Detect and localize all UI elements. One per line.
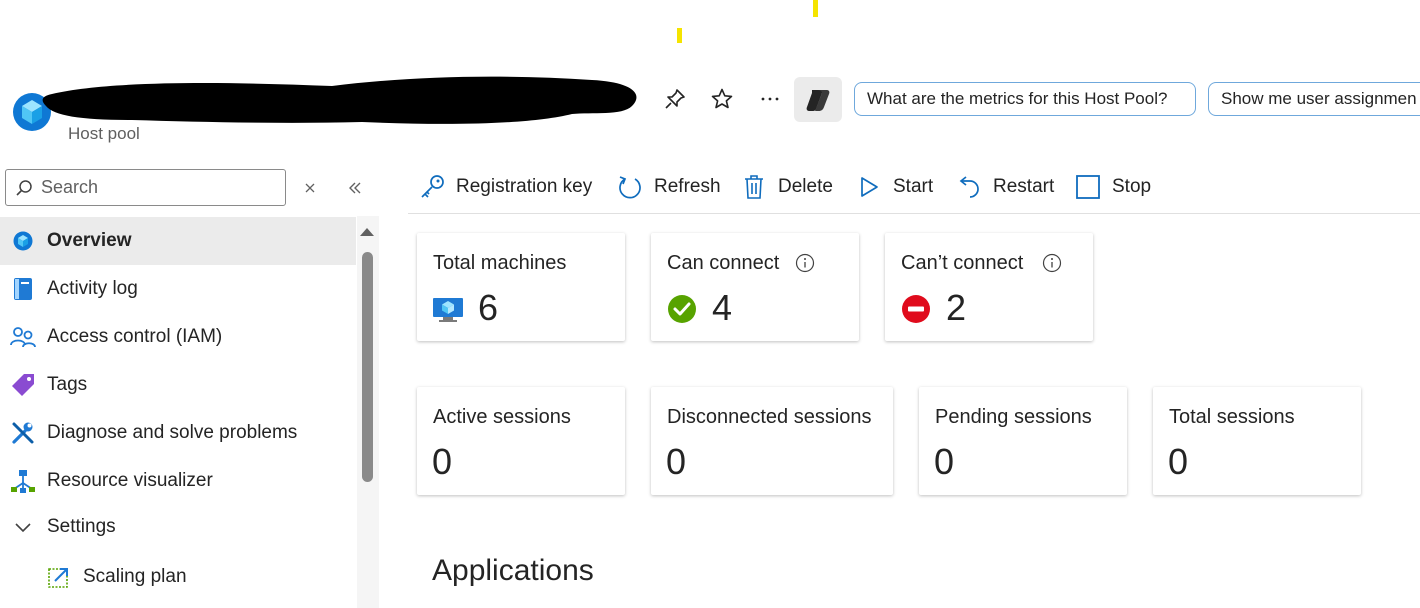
sidebar-item-resource-visualizer[interactable]: Resource visualizer <box>0 457 356 505</box>
card-title: Pending sessions <box>935 406 1092 428</box>
virtual-machine-icon <box>433 298 463 322</box>
pin-icon <box>665 89 685 109</box>
delete-label: Delete <box>778 176 833 197</box>
scroll-up-arrow-icon[interactable] <box>359 226 375 238</box>
annotation-mark <box>677 28 682 43</box>
key-icon <box>418 173 446 201</box>
copilot-icon <box>806 89 830 111</box>
applications-heading: Applications <box>432 554 594 587</box>
sidebar-item-label: Resource visualizer <box>47 470 213 491</box>
double-chevron-left-icon <box>349 182 361 194</box>
star-icon <box>711 88 733 109</box>
sidebar-item-diagnose[interactable]: Diagnose and solve problems <box>0 409 356 457</box>
info-icon[interactable] <box>795 253 815 273</box>
card-title: Can connect <box>667 252 780 274</box>
restart-button[interactable]: Restart <box>955 170 1054 204</box>
prompt-suggestion-button[interactable]: Show me user assignmen <box>1208 82 1420 116</box>
card-title: Total machines <box>433 252 567 274</box>
restart-label: Restart <box>993 176 1055 197</box>
delete-button[interactable]: Delete <box>740 170 833 204</box>
card-title: Disconnected sessions <box>667 406 872 428</box>
start-button[interactable]: Start <box>855 170 933 204</box>
play-icon <box>855 173 883 201</box>
overview-icon <box>10 228 36 254</box>
sidebar-item-scaling-plan[interactable]: Scaling plan <box>0 553 356 601</box>
refresh-button[interactable]: Refresh <box>616 170 721 204</box>
sidebar-item-label: Tags <box>47 374 88 395</box>
refresh-label: Refresh <box>654 176 721 197</box>
collapse-sidebar-button[interactable] <box>343 176 367 200</box>
sidebar-scrollbar-thumb[interactable] <box>362 252 373 482</box>
scaling-plan-icon <box>46 564 72 590</box>
trash-icon <box>740 173 768 201</box>
activity-log-icon <box>10 276 36 302</box>
refresh-icon <box>616 173 644 201</box>
annotation-mark <box>813 0 818 17</box>
prompt-suggestion-button[interactable]: What are the metrics for this Host Pool? <box>854 82 1196 116</box>
pin-button[interactable] <box>660 84 690 114</box>
pending-sessions-card[interactable]: Pending sessions 0 <box>919 387 1127 495</box>
disconnected-sessions-card[interactable]: Disconnected sessions 0 <box>651 387 893 495</box>
search-field[interactable] <box>5 169 286 206</box>
more-icon <box>761 97 779 101</box>
tag-icon <box>10 372 36 398</box>
search-input[interactable] <box>39 176 273 199</box>
start-label: Start <box>893 176 934 197</box>
visualizer-icon <box>10 468 36 494</box>
sidebar-item-access-control[interactable]: Access control (IAM) <box>0 313 356 361</box>
stop-button[interactable]: Stop <box>1074 170 1151 204</box>
sidebar-item-label: Diagnose and solve problems <box>47 422 298 443</box>
total-sessions-card[interactable]: Total sessions 0 <box>1153 387 1361 495</box>
registration-key-label: Registration key <box>456 176 593 197</box>
more-button[interactable] <box>755 84 785 114</box>
card-value: 0 <box>666 441 687 482</box>
can-connect-card[interactable]: Can connect 4 <box>651 233 859 341</box>
search-icon <box>16 179 32 196</box>
card-value: 6 <box>478 287 499 328</box>
sidebar-item-label: Scaling plan <box>83 566 187 587</box>
toolbar-divider <box>408 213 1420 214</box>
restart-icon <box>955 173 983 201</box>
sidebar-item-label: Access control (IAM) <box>47 326 223 347</box>
sidebar-item-label: Activity log <box>47 278 138 299</box>
blocked-icon <box>902 295 930 323</box>
page-subtitle: Host pool <box>68 124 140 143</box>
card-value: 0 <box>934 441 955 482</box>
wrench-icon <box>10 420 36 446</box>
clear-filter-button[interactable] <box>298 176 322 200</box>
redacted-title <box>42 76 637 124</box>
chevron-down-icon <box>10 514 36 540</box>
stop-icon <box>1074 173 1102 201</box>
sidebar-item-tags[interactable]: Tags <box>0 361 356 409</box>
access-control-icon <box>10 324 36 350</box>
sidebar-item-activity-log[interactable]: Activity log <box>0 265 356 313</box>
card-value: 0 <box>432 441 453 482</box>
card-title: Can’t connect <box>901 252 1024 274</box>
sidebar-item-overview[interactable]: Overview <box>0 217 356 265</box>
active-sessions-card[interactable]: Active sessions 0 <box>417 387 625 495</box>
copilot-button[interactable] <box>794 77 842 122</box>
info-icon[interactable] <box>1042 253 1062 273</box>
card-title: Active sessions <box>433 406 571 428</box>
card-value: 0 <box>1168 441 1189 482</box>
stop-label: Stop <box>1112 176 1152 197</box>
card-value: 2 <box>946 287 967 328</box>
registration-key-button[interactable]: Registration key <box>418 170 592 204</box>
card-title: Total sessions <box>1169 406 1295 428</box>
total-machines-card[interactable]: Total machines 6 <box>417 233 625 341</box>
sidebar-group-settings[interactable]: Settings <box>0 503 356 551</box>
favorite-button[interactable] <box>707 84 737 114</box>
collapse-all-icon <box>305 183 315 193</box>
check-circle-icon <box>668 295 696 323</box>
sidebar-item-label: Settings <box>47 516 116 537</box>
cant-connect-card[interactable]: Can’t connect 2 <box>885 233 1093 341</box>
card-value: 4 <box>712 287 733 328</box>
sidebar-item-label: Overview <box>47 230 132 251</box>
